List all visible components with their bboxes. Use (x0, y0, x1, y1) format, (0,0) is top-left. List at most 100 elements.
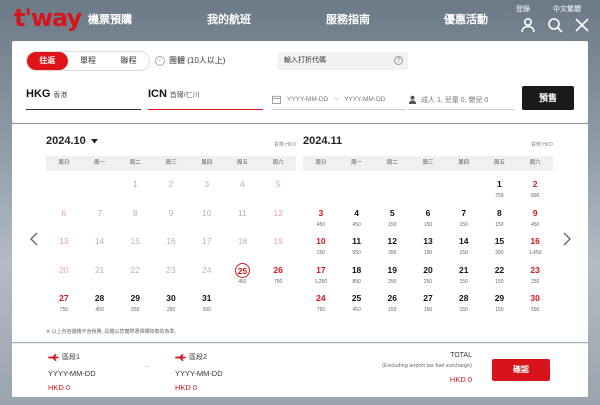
promo-code-input[interactable]: 輸入打折代碼 ? (278, 52, 408, 70)
day-number: 19 (273, 236, 283, 246)
empty-cell (446, 175, 482, 204)
login-link[interactable]: 登錄 (516, 4, 530, 14)
calendar-day[interactable]: 16 1,450 (517, 232, 553, 261)
calendar-day[interactable]: 13 150 (410, 232, 446, 261)
day-price: 250 (166, 307, 176, 313)
total-subtext: (Excluding airport tax fuel surcharge) (382, 363, 472, 369)
date-range-field[interactable]: YYYY-MM-DD ~ YYYY-MM-DD (272, 90, 406, 110)
departure-field[interactable]: HKG 香港 (26, 88, 141, 110)
caret-down-icon[interactable] (90, 138, 98, 144)
weekday-label: 周六 (272, 160, 284, 166)
calendar-day[interactable]: 25 450 (225, 261, 261, 290)
calendar-day[interactable]: 1 750 (482, 175, 518, 204)
trip-round[interactable]: 往返 (27, 52, 68, 70)
arrival-city: 首爾/仁川 (169, 92, 200, 99)
day-number: 28 (458, 293, 469, 303)
confirm-button[interactable]: 確認 (492, 359, 550, 381)
empty-cell (374, 175, 410, 204)
calendar-day[interactable]: 29 150 (482, 289, 518, 318)
nav-my-flights[interactable]: 我的航班 (207, 11, 251, 27)
nav-booking[interactable]: 機票預購 (88, 11, 132, 27)
weekday-label: 周二 (129, 160, 141, 166)
group-booking-option[interactable]: ✓ 團體 (10人以上) (155, 55, 225, 66)
arrival-field[interactable]: ICN 首爾/仁川 (148, 88, 263, 110)
day-number: 15 (130, 236, 141, 246)
calendar-day[interactable]: 26 750 (260, 261, 296, 290)
empty-cell (82, 175, 118, 204)
calendar-day[interactable]: 5 150 (374, 204, 410, 233)
calendar-day: 12 (260, 204, 296, 233)
calendar-day: 4 (225, 175, 261, 204)
calendar-day[interactable]: 24 750 (303, 289, 339, 318)
trip-oneway[interactable]: 單程 (68, 52, 109, 70)
calendar-day[interactable]: 7 150 (446, 204, 482, 233)
day-number: 21 (94, 264, 105, 275)
calendar-day: 14 (82, 232, 118, 261)
calendar-day[interactable]: 8 150 (482, 204, 518, 233)
site-header: t'way 機票預購 我的航班 服務指南 優惠活動 登錄 中文繁體 (0, 0, 600, 38)
nav-service-guide[interactable]: 服務指南 (326, 11, 370, 27)
calendar-day[interactable]: 25 450 (339, 289, 375, 318)
calendar-day[interactable]: 30 550 (517, 289, 553, 318)
calendar-day[interactable]: 23 250 (517, 261, 553, 290)
calendar-day[interactable]: 27 750 (46, 289, 82, 318)
calendar-day[interactable]: 28 150 (446, 289, 482, 318)
day-number: 14 (94, 236, 105, 246)
calendar-day[interactable]: 15 390 (482, 232, 518, 261)
calendar-day[interactable]: 28 450 (82, 289, 118, 318)
calendar-day[interactable]: 12 390 (374, 232, 410, 261)
plane-icon (48, 353, 59, 361)
chevron-left-icon[interactable] (28, 232, 40, 246)
day-number: 18 (237, 236, 248, 246)
calendar-day[interactable]: 22 150 (482, 261, 518, 290)
nav-promotions[interactable]: 優惠活動 (444, 11, 488, 27)
calendar-day[interactable]: 27 150 (410, 289, 446, 318)
help-icon[interactable]: ? (394, 56, 403, 65)
calendar-day[interactable]: 19 250 (374, 261, 410, 290)
day-price: 390 (388, 250, 397, 256)
chevron-right-icon[interactable] (561, 232, 573, 246)
calendar-icon (272, 95, 281, 104)
month-title[interactable]: 2024.10 (46, 135, 98, 147)
day-price: 150 (316, 250, 326, 256)
tway-logo[interactable]: t'way (14, 4, 82, 32)
day-number: 26 (387, 293, 398, 303)
empty-cell (303, 175, 339, 204)
calendar-day[interactable]: 20 250 (410, 261, 446, 290)
close-icon[interactable] (574, 17, 590, 33)
calendar-day[interactable]: 4 450 (339, 204, 375, 233)
day-number: 14 (458, 236, 469, 246)
day-number: 29 (130, 293, 141, 303)
language-select[interactable]: 中文繁體 (553, 4, 581, 14)
calendar-day[interactable]: 2 890 (517, 175, 553, 204)
calendar-day[interactable]: 26 150 (374, 289, 410, 318)
calendar-day[interactable]: 21 150 (446, 261, 482, 290)
day-number: 18 (351, 264, 362, 275)
calendar-day[interactable]: 11 550 (339, 232, 375, 261)
day-number: 30 (530, 293, 540, 303)
calendar-day[interactable]: 6 150 (410, 204, 446, 233)
calendar-day[interactable]: 10 150 (303, 232, 339, 261)
check-icon[interactable]: ✓ (155, 55, 165, 66)
book-button[interactable]: 預售 (522, 86, 574, 110)
search-icon[interactable] (547, 17, 563, 33)
day-number: 4 (354, 207, 359, 218)
empty-cell (410, 175, 446, 204)
calendar-day[interactable]: 9 450 (517, 204, 553, 233)
passenger-field[interactable]: 成人 1, 兒童 0, 嬰兒 0 (408, 90, 514, 110)
summary-bar: 區段1 YYYY-MM-DD HKD 0 → 區段2 YYYY-MM-DD HK… (12, 343, 588, 397)
day-price: 450 (95, 307, 104, 313)
calendar-day[interactable]: 30 250 (153, 289, 189, 318)
calendar-day[interactable]: 31 390 (189, 289, 225, 318)
calendar-day[interactable]: 3 450 (303, 204, 339, 233)
day-price: 450 (530, 221, 540, 228)
trip-multi[interactable]: 聯程 (108, 52, 149, 70)
price-disclaimer: ※ 以上內容價格不含稅費, 具體以您實際選擇購物車的為準。 (46, 329, 180, 335)
calendar-day[interactable]: 29 550 (117, 289, 153, 318)
calendar-day[interactable]: 18 890 (339, 261, 375, 290)
calendar-day[interactable]: 17 1,250 (303, 261, 339, 290)
calendar-day: 18 (225, 232, 261, 261)
calendar-day[interactable]: 14 150 (446, 232, 482, 261)
day-price: 750 (495, 193, 504, 199)
user-icon[interactable] (520, 17, 536, 33)
